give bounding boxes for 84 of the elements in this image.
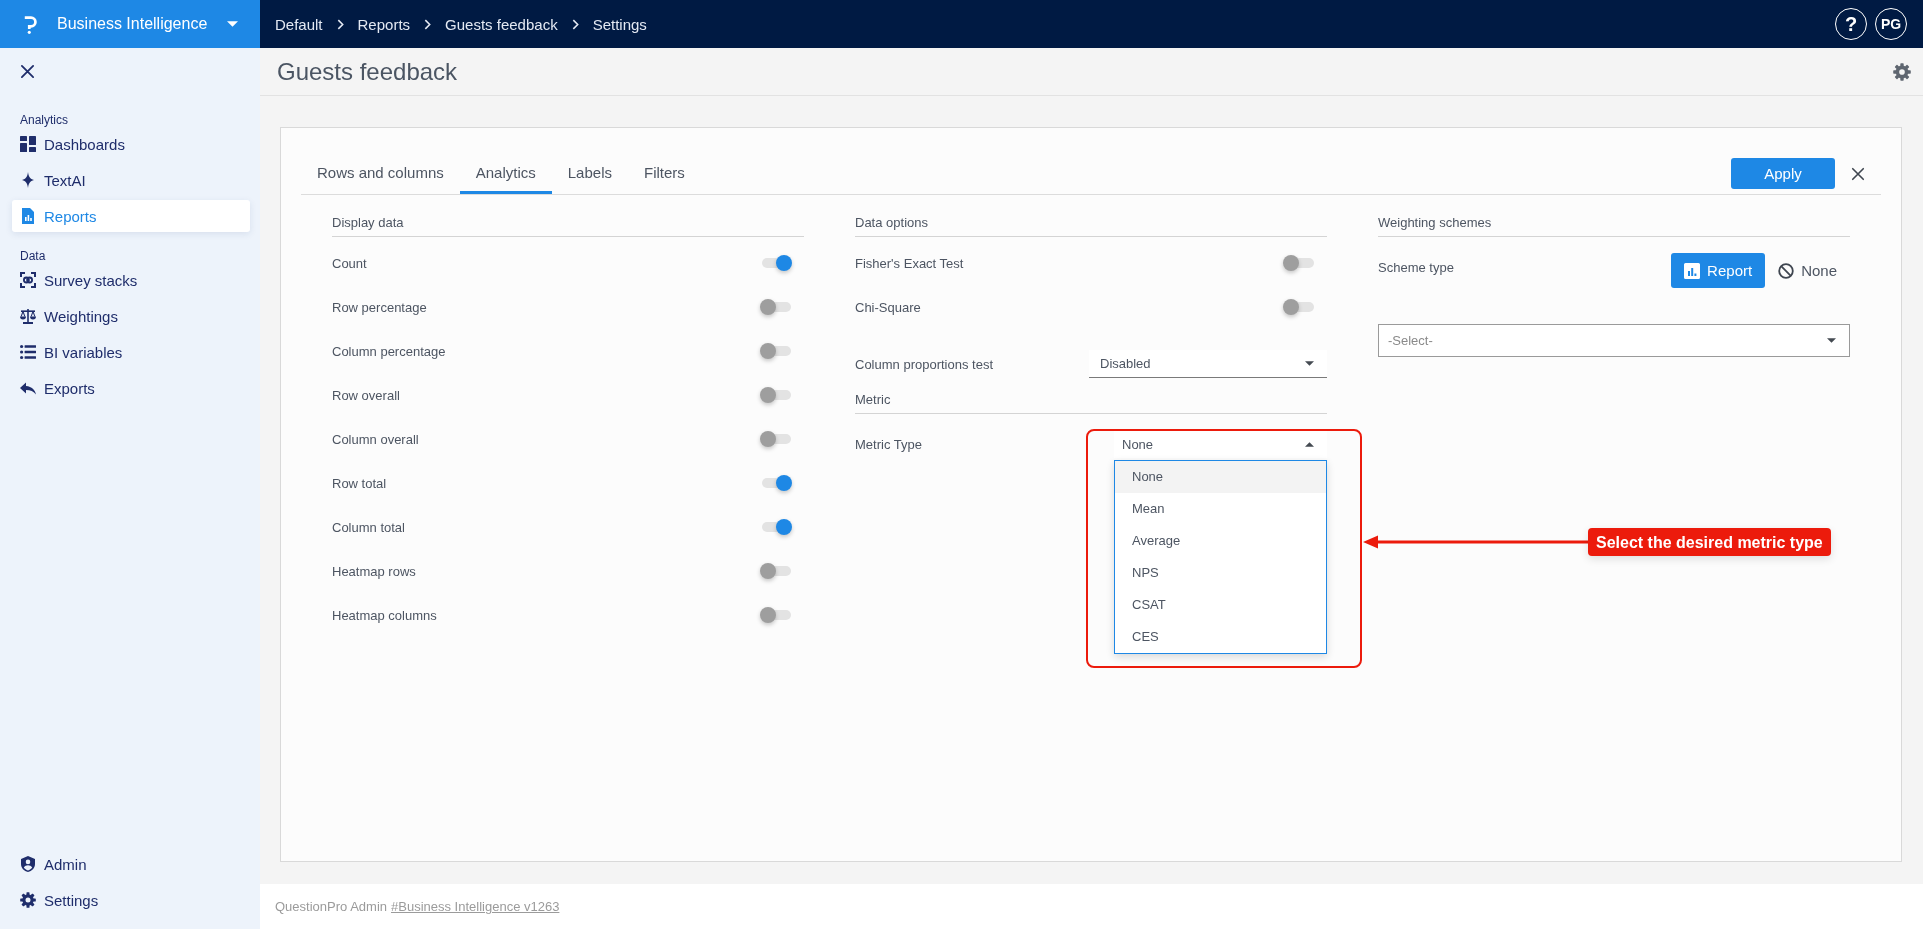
option-label: Metric Type: [855, 436, 922, 452]
close-icon[interactable]: [1851, 166, 1865, 181]
sidebar-item[interactable]: Survey stacks: [12, 264, 250, 296]
toggle-switch[interactable]: [760, 562, 792, 580]
scale-icon: [20, 308, 36, 324]
toggle-switch[interactable]: [760, 342, 792, 360]
toggle-switch[interactable]: [760, 386, 792, 404]
section-label: Data: [19, 248, 46, 264]
toggle-switch[interactable]: [760, 518, 792, 536]
annotation-label: Select the desired metric type: [1588, 528, 1831, 556]
caret-icon: [1305, 361, 1314, 366]
sparkle-icon: [20, 172, 36, 188]
breadcrumb-link[interactable]: Settings: [592, 15, 647, 33]
apply-button[interactable]: Apply: [1731, 158, 1835, 189]
breadcrumb-link[interactable]: Guests feedback: [445, 15, 558, 33]
bar-chart-icon: [1684, 262, 1701, 279]
option-label: Column overall: [332, 431, 419, 447]
scheme-option[interactable]: None: [1765, 253, 1850, 288]
section-heading: Metric: [855, 392, 1327, 414]
reply-arrow-icon: [20, 380, 36, 396]
option-label: Count: [332, 255, 367, 271]
app-switcher[interactable]: Business Intelligence: [0, 0, 260, 48]
tab[interactable]: Rows and columns: [301, 156, 460, 194]
sidebar-item[interactable]: Weightings: [12, 300, 250, 332]
section-label: Analytics: [19, 112, 69, 128]
option-label: Row total: [332, 475, 387, 491]
dropdown-option[interactable]: CSAT: [1115, 589, 1326, 621]
dropdown-option[interactable]: None: [1115, 461, 1326, 493]
toggle-switch[interactable]: [760, 254, 792, 272]
option-label: Chi-Square: [855, 299, 921, 315]
section-heading: Display data: [332, 215, 804, 237]
sidebar-item[interactable]: BI variables: [12, 336, 250, 368]
list-icon: [20, 344, 36, 360]
option-label: Heatmap rows: [332, 563, 416, 579]
sidebar-item[interactable]: Reports: [12, 200, 250, 232]
select-field[interactable]: -Select-: [1378, 324, 1850, 357]
option-label: Column proportions test: [855, 356, 993, 372]
dropdown-option[interactable]: NPS: [1115, 557, 1326, 589]
sidebar-item[interactable]: Exports: [12, 372, 250, 404]
option-label: Fisher's Exact Test: [855, 255, 964, 271]
chevron-icon: [336, 18, 344, 30]
dropdown-option[interactable]: Mean: [1115, 493, 1326, 525]
toggle-switch[interactable]: [1283, 254, 1315, 272]
logo-icon: [22, 14, 38, 34]
breadcrumb-link[interactable]: Default: [275, 15, 323, 33]
toggle-switch[interactable]: [760, 606, 792, 624]
tab[interactable]: Filters: [627, 156, 701, 194]
option-label: Row percentage: [332, 299, 427, 315]
dropdown-option[interactable]: CES: [1115, 621, 1326, 653]
focus-frame-icon: [20, 272, 36, 288]
caret-icon: [1827, 338, 1836, 343]
toggle-switch[interactable]: [760, 474, 792, 492]
option-label: Heatmap columns: [332, 607, 437, 623]
document-chart-icon: [20, 208, 36, 224]
dropdown-option[interactable]: Average: [1115, 525, 1326, 557]
scheme-option[interactable]: Report: [1671, 253, 1766, 288]
toggle-switch[interactable]: [760, 298, 792, 316]
caret-icon: [1305, 441, 1314, 447]
section-heading: Weighting schemes: [1378, 215, 1850, 237]
dashboard-icon: [20, 136, 36, 152]
caret-icon: [227, 21, 238, 27]
settings-icon: [20, 892, 36, 908]
tab[interactable]: Analytics: [459, 156, 552, 194]
toggle-switch[interactable]: [760, 430, 792, 448]
chevron-icon: [424, 18, 432, 30]
option-label: Column total: [332, 519, 405, 535]
section-heading: Data options: [855, 215, 1327, 237]
option-label: Row overall: [332, 387, 400, 403]
option-label: Column percentage: [332, 343, 446, 359]
shield-user-icon: [20, 856, 36, 872]
toggle-switch[interactable]: [1283, 298, 1315, 316]
tab[interactable]: Labels: [551, 156, 628, 194]
ban-icon: [1778, 262, 1795, 279]
footer-text: QuestionPro Admin: [275, 899, 387, 914]
sidebar-item[interactable]: Admin: [12, 848, 250, 880]
option-label: Scheme type: [1378, 259, 1454, 275]
chevron-icon: [571, 18, 579, 30]
sidebar-item[interactable]: Settings: [12, 884, 250, 916]
sidebar-item[interactable]: TextAI: [12, 164, 250, 196]
close-icon[interactable]: [20, 64, 35, 79]
sidebar-item[interactable]: Dashboards: [12, 128, 250, 160]
breadcrumb-link[interactable]: Reports: [357, 15, 411, 33]
page-title: Guests feedback: [277, 57, 458, 86]
settings-icon[interactable]: [1893, 62, 1911, 81]
